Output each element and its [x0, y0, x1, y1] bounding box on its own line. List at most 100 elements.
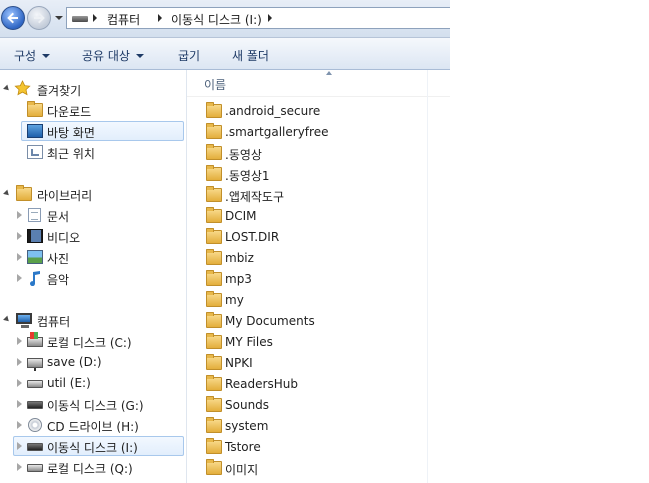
list-item-label: 이미지 — [225, 463, 259, 477]
list-item[interactable]: ReadersHub — [204, 374, 424, 394]
breadcrumb-chevron-icon[interactable] — [268, 14, 272, 22]
nav-drive-d-label: save (D:) — [47, 355, 102, 369]
folder-icon — [206, 459, 222, 475]
nav-drive-g[interactable]: 이동식 디스크 (G:) — [0, 394, 184, 414]
list-item[interactable]: My Documents — [204, 311, 424, 331]
organize-button[interactable]: 구성 — [14, 47, 51, 64]
folder-icon — [206, 123, 222, 139]
nav-drive-c[interactable]: 로컬 디스크 (C:) — [0, 331, 184, 351]
folder-icon — [206, 375, 222, 391]
expand-arrow-icon[interactable] — [17, 400, 22, 408]
list-item-label: NPKI — [225, 356, 253, 370]
back-button[interactable] — [1, 6, 25, 30]
folder-icon — [206, 144, 222, 160]
expand-arrow-icon[interactable] — [17, 421, 22, 429]
desktop-icon — [27, 124, 43, 138]
nav-drive-d[interactable]: save (D:) — [0, 352, 184, 372]
nav-drive-h[interactable]: CD 드라이브 (H:) — [0, 415, 184, 435]
list-item[interactable]: 이미지 — [204, 458, 424, 478]
forward-button[interactable] — [27, 6, 51, 30]
command-toolbar: 구성 공유 대상 굽기 새 폴더 — [0, 38, 450, 70]
share-with-label: 공유 대상 — [82, 49, 130, 63]
list-item[interactable]: .동영상 — [204, 143, 424, 163]
list-item[interactable]: NPKI — [204, 353, 424, 373]
nav-music[interactable]: 음악 — [0, 268, 184, 288]
expand-arrow-icon[interactable] — [17, 211, 22, 219]
nav-recent-places[interactable]: 최근 위치 — [0, 142, 184, 162]
folder-icon — [206, 207, 222, 223]
nav-drive-c-label: 로컬 디스크 (C:) — [47, 336, 132, 350]
navigation-pane: 즐겨찾기 다운로드 바탕 화면 최근 위치 라이브러리 문서 비디오 사진 음악… — [0, 70, 187, 483]
recent-pages-dropdown[interactable] — [55, 16, 63, 20]
column-divider[interactable] — [427, 70, 428, 483]
drive-icon — [72, 16, 88, 22]
nav-computer-label: 컴퓨터 — [37, 315, 71, 329]
list-item[interactable]: MY Files — [204, 332, 424, 352]
address-bar-area: 컴퓨터 이동식 디스크 (I:) — [0, 0, 450, 38]
expand-arrow-icon[interactable] — [17, 463, 22, 471]
expand-arrow-icon[interactable] — [3, 315, 11, 324]
breadcrumb-removable-disk-i[interactable]: 이동식 디스크 (I:) — [171, 11, 262, 28]
expand-arrow-icon[interactable] — [3, 84, 11, 93]
folder-icon — [206, 396, 222, 412]
nav-favorites-label: 즐겨찾기 — [37, 84, 82, 98]
computer-icon — [16, 313, 32, 328]
nav-libraries-label: 라이브러리 — [37, 189, 93, 203]
nav-drive-i[interactable]: 이동식 디스크 (I:) — [13, 436, 184, 456]
list-item[interactable]: mbiz — [204, 248, 424, 268]
expand-arrow-icon[interactable] — [17, 337, 22, 345]
nav-favorites[interactable]: 즐겨찾기 — [0, 79, 184, 99]
nav-pictures[interactable]: 사진 — [0, 247, 184, 267]
new-folder-button[interactable]: 새 폴더 — [232, 47, 269, 64]
breadcrumb-chevron-icon[interactable] — [158, 14, 162, 22]
expand-arrow-icon[interactable] — [17, 253, 22, 261]
removable-drive-icon — [27, 401, 43, 409]
breadcrumb-chevron-icon[interactable] — [93, 14, 97, 22]
nav-drive-q[interactable]: 로컬 디스크 (Q:) — [0, 457, 184, 477]
nav-downloads[interactable]: 다운로드 — [0, 100, 184, 120]
nav-libraries[interactable]: 라이브러리 — [0, 184, 184, 204]
nav-videos[interactable]: 비디오 — [0, 226, 184, 246]
expand-arrow-icon[interactable] — [3, 189, 11, 198]
list-item[interactable]: .smartgalleryfree — [204, 122, 424, 142]
list-item[interactable]: mp3 — [204, 269, 424, 289]
folder-icon — [206, 417, 222, 433]
expand-arrow-icon[interactable] — [17, 232, 22, 240]
nav-desktop[interactable]: 바탕 화면 — [21, 121, 184, 141]
expand-arrow-icon[interactable] — [17, 442, 22, 450]
nav-computer[interactable]: 컴퓨터 — [0, 310, 184, 330]
removable-drive-icon — [27, 443, 43, 451]
nav-drive-g-label: 이동식 디스크 (G:) — [47, 399, 144, 413]
list-item[interactable]: LOST.DIR — [204, 227, 424, 247]
list-item-label: ReadersHub — [225, 377, 298, 391]
list-item[interactable]: .앱제작도구 — [204, 185, 424, 205]
list-item[interactable]: .동영상1 — [204, 164, 424, 184]
forward-arrow-icon — [34, 12, 45, 24]
list-item-label: my — [225, 293, 244, 307]
list-item[interactable]: .android_secure — [204, 101, 424, 121]
burn-button[interactable]: 굽기 — [178, 47, 200, 64]
share-with-button[interactable]: 공유 대상 — [82, 47, 144, 64]
list-item-label: mbiz — [225, 251, 254, 265]
nav-drive-e[interactable]: util (E:) — [0, 373, 184, 393]
breadcrumb-computer[interactable]: 컴퓨터 — [107, 11, 140, 28]
column-header-name[interactable]: 이름 — [204, 76, 226, 93]
list-item[interactable]: DCIM — [204, 206, 424, 226]
chevron-down-icon — [135, 54, 144, 58]
list-item[interactable]: Sounds — [204, 395, 424, 415]
address-box[interactable]: 컴퓨터 이동식 디스크 (I:) — [66, 7, 450, 29]
drive-icon — [27, 464, 43, 472]
list-item[interactable]: my — [204, 290, 424, 310]
nav-drive-i-label: 이동식 디스크 (I:) — [47, 441, 138, 455]
network-drive-icon — [27, 358, 43, 371]
nav-music-label: 음악 — [47, 273, 70, 287]
expand-arrow-icon[interactable] — [17, 274, 22, 282]
nav-documents-label: 문서 — [47, 210, 70, 224]
nav-documents[interactable]: 문서 — [0, 205, 184, 225]
expand-arrow-icon[interactable] — [17, 379, 22, 387]
list-item[interactable]: system — [204, 416, 424, 436]
list-item[interactable]: Tstore — [204, 437, 424, 457]
star-icon — [14, 80, 31, 96]
folder-icon — [206, 354, 222, 370]
expand-arrow-icon[interactable] — [17, 358, 22, 366]
